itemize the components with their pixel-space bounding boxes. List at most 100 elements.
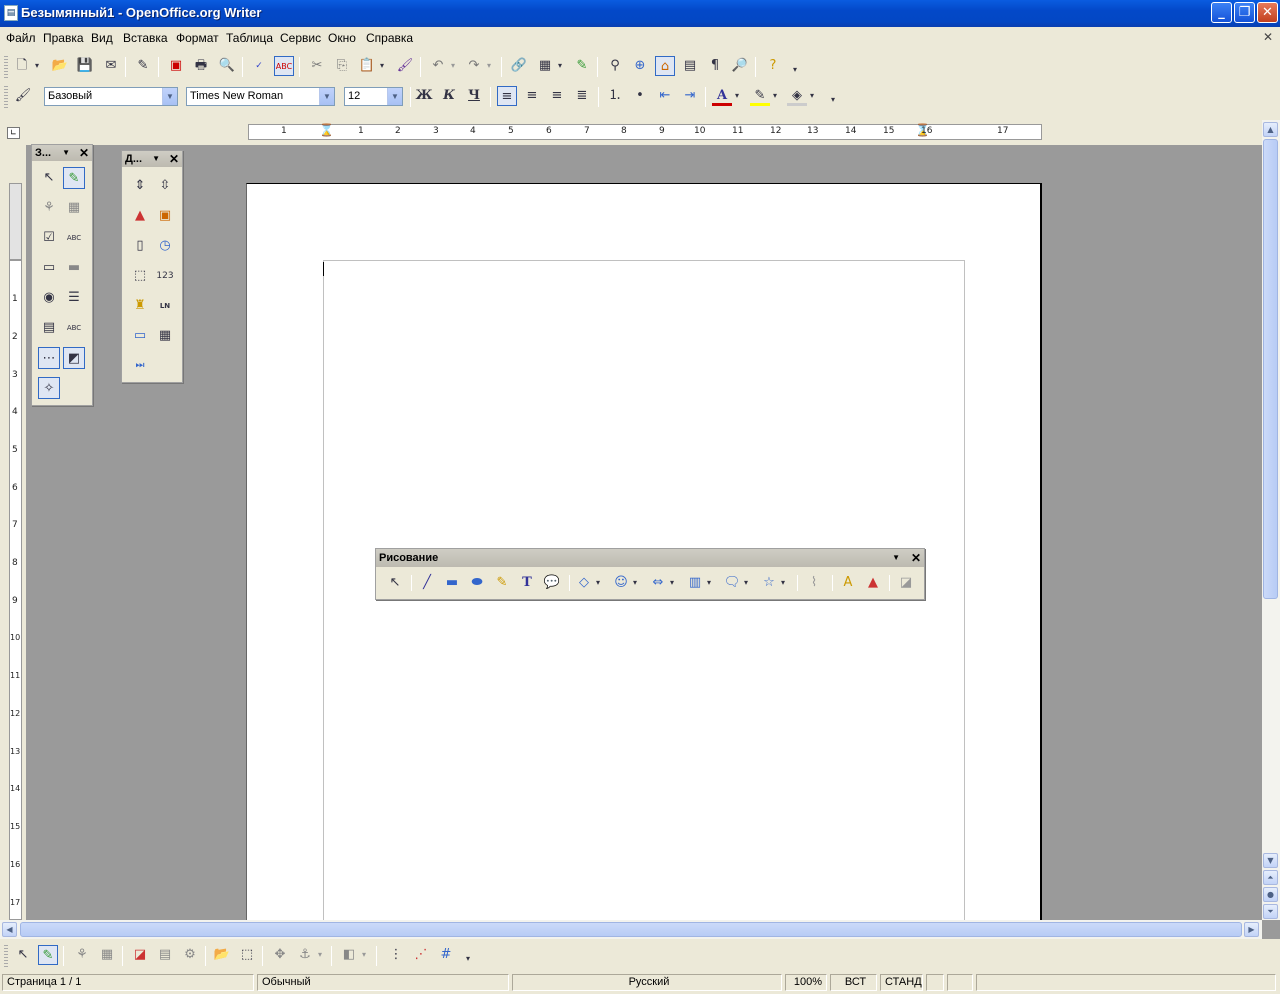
navigation-bar-icon[interactable]: ⏭: [129, 355, 151, 377]
arrange-icon[interactable]: ◧: [339, 945, 359, 965]
export-pdf-icon[interactable]: ▣: [166, 56, 186, 76]
text-icon[interactable]: T: [516, 572, 538, 594]
align-right-icon[interactable]: ≡: [547, 86, 567, 106]
status-insert-mode[interactable]: ВСТ: [830, 974, 877, 991]
vertical-ruler[interactable]: 1 2 3 4 5 6 7 8 9 10 11 12 13 14 15 16 1…: [9, 260, 22, 920]
select-icon[interactable]: ↖: [384, 572, 406, 594]
snap-to-grid-icon[interactable]: ⋰: [411, 945, 431, 965]
autospellcheck-icon[interactable]: ABC: [274, 56, 294, 76]
font-color-icon[interactable]: A: [712, 86, 732, 106]
edit-file-icon[interactable]: ✎: [133, 56, 153, 76]
gallery-icon[interactable]: ⌂: [655, 56, 675, 76]
font-color-dropdown-icon[interactable]: ▾: [732, 86, 742, 106]
form-navigator-icon[interactable]: ◪: [130, 945, 150, 965]
bold-button[interactable]: Ж: [414, 86, 434, 106]
flowcharts-icon[interactable]: ▥: [684, 572, 706, 594]
menu-view[interactable]: Вид: [91, 31, 113, 45]
align-center-icon[interactable]: ≡: [522, 86, 542, 106]
vertical-scrollbar[interactable]: ▲ ▼ ⏶ ● ⏷: [1262, 120, 1280, 920]
checkbox-icon[interactable]: ☑: [38, 227, 60, 249]
restore-button[interactable]: ❐: [1234, 2, 1255, 23]
menu-window[interactable]: Окно: [328, 31, 356, 45]
status-document-modified[interactable]: [926, 974, 944, 991]
scroll-down-icon[interactable]: ▼: [1263, 853, 1278, 868]
stars-icon[interactable]: ☆: [758, 572, 780, 594]
data-sources-icon[interactable]: ▤: [680, 56, 700, 76]
basic-shapes-icon[interactable]: ◇: [573, 572, 595, 594]
callout-icon[interactable]: 💬: [541, 572, 563, 594]
minimize-button[interactable]: _: [1211, 2, 1232, 23]
scrollbar-control-icon[interactable]: ⇳: [154, 175, 176, 197]
document-close-icon[interactable]: ✕: [1263, 30, 1273, 44]
symbol-shapes-icon[interactable]: ☺: [610, 572, 632, 594]
horizontal-ruler[interactable]: 1 ⌛ 1 2 3 4 5 6 7 8 9 10 11 12 13 14 15 …: [248, 123, 1042, 140]
zoom-icon[interactable]: 🔎: [730, 56, 750, 76]
option-button-icon[interactable]: ◉: [38, 287, 60, 309]
arrange-dropdown-icon[interactable]: ▾: [359, 945, 369, 965]
menu-file[interactable]: Файл: [6, 31, 36, 45]
image-button-icon[interactable]: ▲: [129, 205, 151, 227]
block-arrows-icon[interactable]: ⇔: [647, 572, 669, 594]
label-field-icon[interactable]: ABC: [63, 317, 85, 339]
align-left-icon[interactable]: ≡: [497, 86, 517, 106]
select-icon[interactable]: ↖: [38, 167, 60, 189]
chevron-down-icon[interactable]: ▼: [319, 88, 334, 105]
file-selection-icon[interactable]: ⬚: [129, 265, 151, 287]
points-icon[interactable]: ⌇: [803, 572, 825, 594]
menu-help[interactable]: Справка: [366, 31, 413, 45]
flowcharts-dropdown-icon[interactable]: ▾: [704, 572, 714, 594]
paste-dropdown-icon[interactable]: ▾: [377, 56, 387, 76]
toolbar-header[interactable]: Рисование ▼ ✕: [376, 549, 924, 567]
tab-stop-selector[interactable]: ∟: [7, 127, 20, 139]
menu-edit[interactable]: Правка: [43, 31, 84, 45]
menu-table[interactable]: Таблица: [226, 31, 273, 45]
chevron-down-icon[interactable]: ▼: [152, 151, 160, 167]
paste-icon[interactable]: 📋: [357, 56, 377, 76]
toolbar-options-icon[interactable]: ▾: [790, 60, 800, 80]
justify-icon[interactable]: ≣: [572, 86, 592, 106]
open-icon[interactable]: 📂: [50, 56, 70, 76]
activation-order-icon[interactable]: ⚙: [180, 945, 200, 965]
list-box-icon[interactable]: ☰: [63, 287, 85, 309]
numeric-field-icon[interactable]: 123: [154, 265, 176, 287]
scrollbar-thumb[interactable]: [20, 922, 1242, 937]
print-icon[interactable]: 🖶: [191, 56, 211, 76]
hyperlink-icon[interactable]: 🔗: [509, 56, 529, 76]
new-dropdown-icon[interactable]: ▾: [32, 56, 42, 76]
toolbar-handle[interactable]: [4, 945, 8, 967]
helplines-icon[interactable]: #: [436, 945, 456, 965]
toolbar-header[interactable]: З... ▼ ✕: [32, 145, 92, 161]
chevron-down-icon[interactable]: ▼: [892, 549, 900, 567]
underline-button[interactable]: Ч: [464, 86, 484, 106]
help-icon[interactable]: ?: [763, 56, 783, 76]
status-selection-mode[interactable]: СТАНД: [880, 974, 923, 991]
highlight-icon[interactable]: ✎: [750, 86, 770, 106]
close-icon[interactable]: ✕: [79, 145, 89, 161]
status-language[interactable]: Русский: [512, 974, 782, 991]
print-preview-icon[interactable]: 🔍: [217, 56, 237, 76]
format-paintbrush-icon[interactable]: 🖌: [395, 56, 415, 76]
chevron-down-icon[interactable]: ▼: [62, 145, 70, 161]
table-control-icon[interactable]: ▦: [154, 325, 176, 347]
next-page-icon[interactable]: ⏷: [1263, 904, 1278, 919]
ellipse-icon[interactable]: ⬬: [466, 572, 488, 594]
cut-icon[interactable]: ✂: [307, 56, 327, 76]
background-color-dropdown-icon[interactable]: ▾: [807, 86, 817, 106]
numbering-icon[interactable]: ⒈: [605, 86, 625, 106]
more-controls-icon[interactable]: ⋯: [38, 347, 60, 369]
table-icon[interactable]: ▦: [535, 56, 555, 76]
from-file-icon[interactable]: ▲: [862, 572, 884, 594]
open-in-design-mode-icon[interactable]: 📂: [212, 945, 232, 965]
close-icon[interactable]: ✕: [169, 151, 179, 167]
new-document-icon[interactable]: 🗋: [12, 56, 32, 76]
status-signature[interactable]: [947, 974, 973, 991]
add-field-icon[interactable]: ▤: [155, 945, 175, 965]
toolbar-handle[interactable]: [4, 56, 8, 78]
app-icon[interactable]: ▤: [4, 5, 18, 21]
block-arrows-dropdown-icon[interactable]: ▾: [667, 572, 677, 594]
undo-dropdown-icon[interactable]: ▾: [448, 56, 458, 76]
formatting-marks-icon[interactable]: ¶: [705, 56, 725, 76]
paragraph-style-combo[interactable]: Базовый ▼: [44, 87, 178, 106]
scrollbar-thumb[interactable]: [1263, 139, 1278, 599]
form-design-icon[interactable]: ◩: [63, 347, 85, 369]
